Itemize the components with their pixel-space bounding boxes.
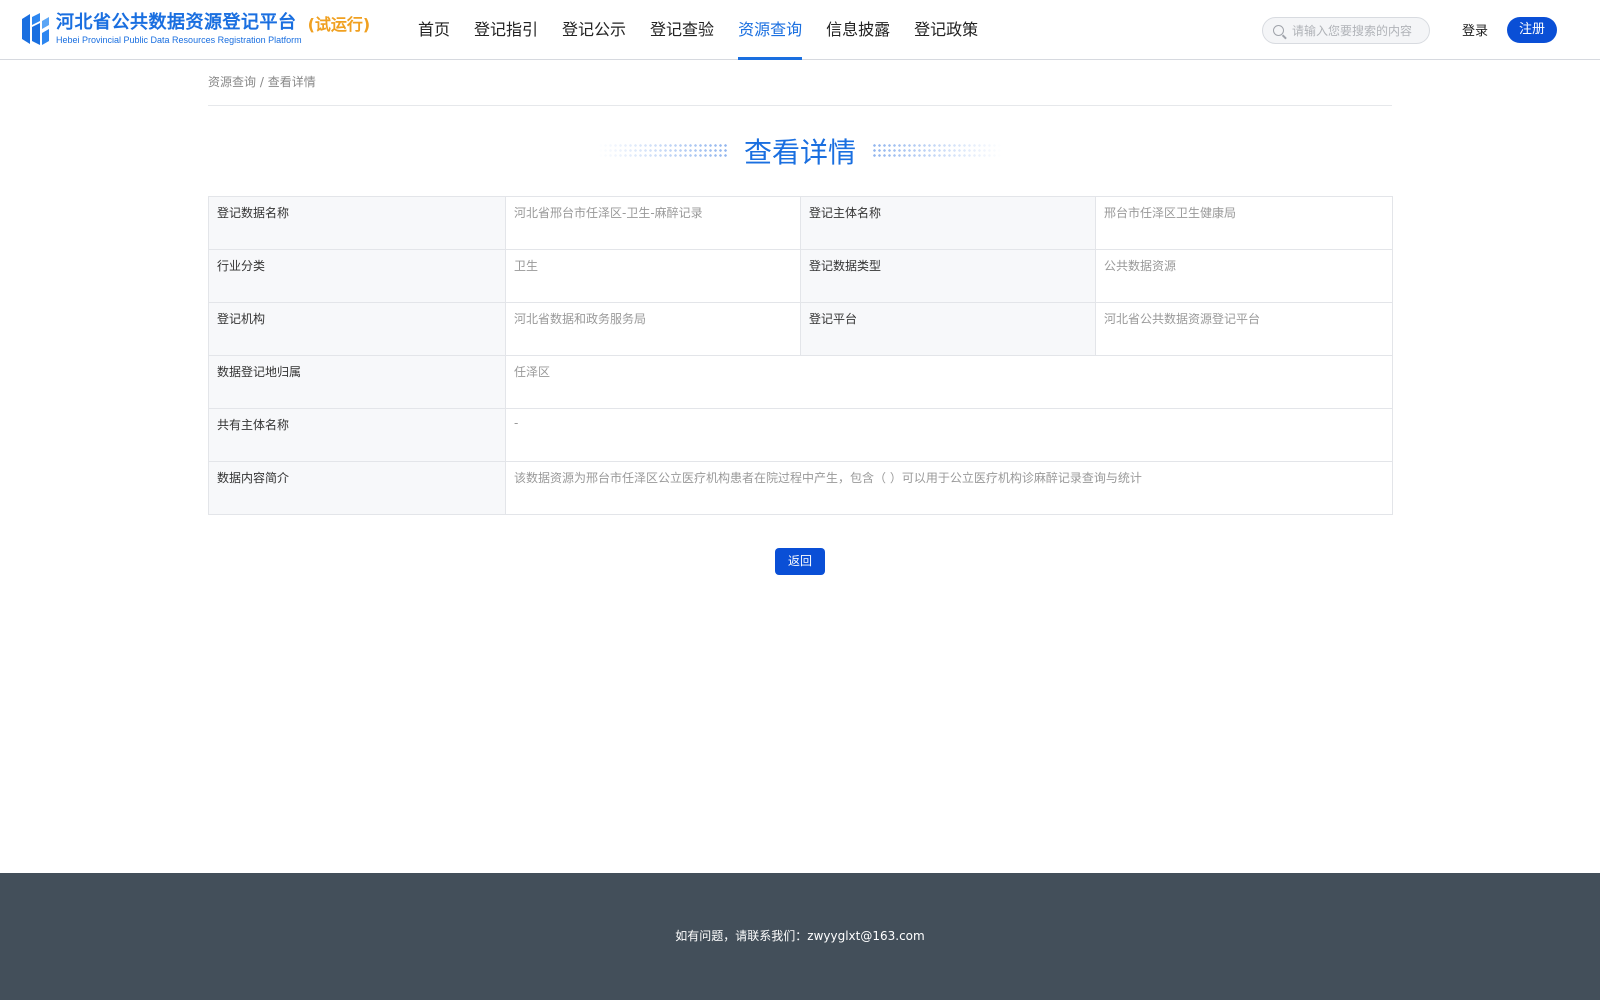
table-row: 数据内容简介 该数据资源为邢台市任泽区公立医疗机构患者在院过程中产生，包含（ ）…: [208, 461, 1393, 515]
platform-value: 河北省公共数据资源登记平台: [1095, 302, 1393, 356]
nav-information-disclosure[interactable]: 信息披露: [826, 0, 890, 60]
logo-text: 河北省公共数据资源登记平台 Hebei Provincial Public Da…: [56, 12, 302, 46]
summary-label: 数据内容简介: [208, 461, 506, 515]
summary-value: 该数据资源为邢台市任泽区公立医疗机构患者在院过程中产生，包含（ ）可以用于公立医…: [505, 461, 1393, 515]
search-input[interactable]: [1292, 23, 1422, 38]
search-box[interactable]: [1262, 17, 1430, 44]
footer: 如有问题，请联系我们：zwyyglxt@163.com: [0, 873, 1600, 1000]
title-decoration-right: [872, 143, 1002, 159]
table-row: 行业分类 卫生 登记数据类型 公共数据资源: [208, 249, 1393, 303]
table-row: 登记数据名称 河北省邢台市任泽区-卫生-麻醉记录 登记主体名称 邢台市任泽区卫生…: [208, 196, 1393, 250]
nav-registration-notice[interactable]: 登记公示: [562, 0, 626, 60]
title-decoration-left: [597, 143, 728, 159]
breadcrumb-current: 查看详情: [267, 75, 316, 89]
login-link[interactable]: 登录: [1462, 20, 1488, 39]
registration-subject-label: 登记主体名称: [800, 196, 1096, 250]
back-wrap: 返回: [208, 548, 1392, 575]
table-row: 登记机构 河北省数据和政务服务局 登记平台 河北省公共数据资源登记平台: [208, 302, 1393, 356]
nav-resource-query[interactable]: 资源查询: [738, 0, 803, 60]
location-value: 任泽区: [505, 355, 1393, 409]
industry-label: 行业分类: [208, 249, 506, 303]
registration-data-name-value: 河北省邢台市任泽区-卫生-麻醉记录: [505, 196, 801, 250]
details-table: 登记数据名称 河北省邢台市任泽区-卫生-麻醉记录 登记主体名称 邢台市任泽区卫生…: [208, 196, 1393, 515]
nav-home[interactable]: 首页: [418, 0, 450, 60]
data-type-label: 登记数据类型: [800, 249, 1096, 303]
table-row: 共有主体名称 -: [208, 408, 1393, 462]
search-icon[interactable]: [1273, 25, 1284, 36]
nav-registration-verify[interactable]: 登记查验: [650, 0, 714, 60]
co-owner-label: 共有主体名称: [208, 408, 506, 462]
data-type-value: 公共数据资源: [1095, 249, 1393, 303]
breadcrumb: 资源查询 / 查看详情: [208, 60, 1392, 106]
top-header: 河北省公共数据资源登记平台 Hebei Provincial Public Da…: [0, 0, 1600, 60]
title-section: 查看详情: [208, 106, 1392, 196]
register-button[interactable]: 注册: [1507, 17, 1557, 43]
agency-label: 登记机构: [208, 302, 506, 356]
site-logo[interactable]: 河北省公共数据资源登记平台 Hebei Provincial Public Da…: [18, 11, 370, 47]
platform-label: 登记平台: [800, 302, 1096, 356]
trial-badge: (试运行): [307, 15, 371, 34]
main-content: 资源查询 / 查看详情 查看详情 登记数据名称 河北省邢台市任泽区-卫生-麻醉记…: [208, 60, 1393, 575]
table-row: 数据登记地归属 任泽区: [208, 355, 1393, 409]
breadcrumb-separator: /: [259, 75, 264, 89]
logo-subtitle: Hebei Provincial Public Data Resources R…: [56, 35, 302, 45]
co-owner-value: -: [505, 408, 1393, 462]
main-nav: 首页 登记指引 登记公示 登记查验 资源查询 信息披露 登记政策: [406, 0, 990, 60]
location-label: 数据登记地归属: [208, 355, 506, 409]
industry-value: 卫生: [505, 249, 801, 303]
nav-registration-policy[interactable]: 登记政策: [914, 0, 978, 60]
footer-contact: 如有问题，请联系我们：zwyyglxt@163.com: [675, 929, 925, 943]
page-title: 查看详情: [743, 136, 856, 169]
logo-title: 河北省公共数据资源登记平台: [56, 12, 297, 33]
breadcrumb-parent[interactable]: 资源查询: [208, 75, 256, 89]
logo-icon: [18, 11, 50, 47]
registration-data-name-label: 登记数据名称: [208, 196, 506, 250]
nav-registration-guide[interactable]: 登记指引: [474, 0, 538, 60]
back-button[interactable]: 返回: [775, 548, 825, 575]
agency-value: 河北省数据和政务服务局: [505, 302, 801, 356]
registration-subject-value: 邢台市任泽区卫生健康局: [1095, 196, 1393, 250]
